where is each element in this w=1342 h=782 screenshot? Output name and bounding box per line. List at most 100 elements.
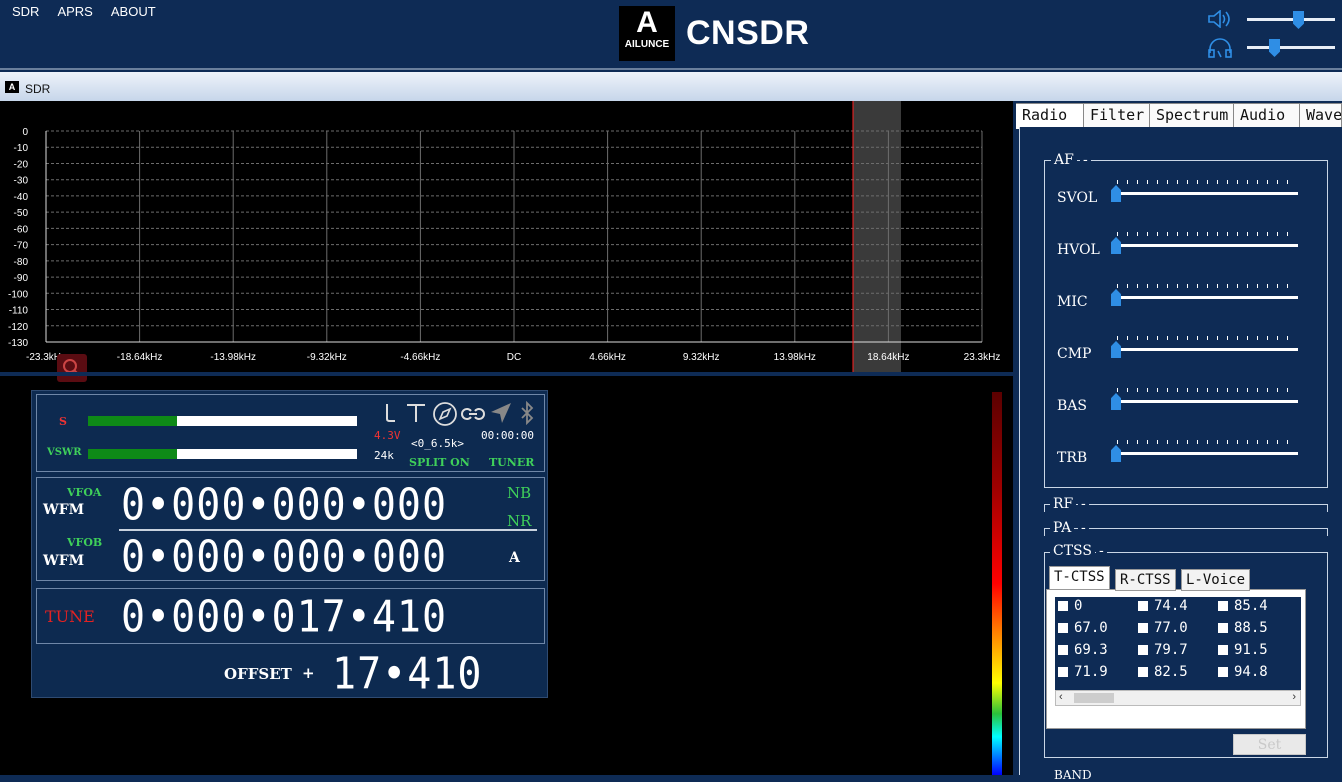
ctss-tone-checkbox[interactable]: 94.8 bbox=[1218, 664, 1268, 680]
headphone-icon bbox=[1208, 38, 1232, 58]
ctss-tone-checkbox[interactable]: 91.5 bbox=[1218, 642, 1268, 658]
ctss-tone-value: 71.9 bbox=[1074, 664, 1108, 680]
s-meter-label: S bbox=[59, 415, 67, 428]
af-slider-track-bas[interactable] bbox=[1113, 400, 1298, 403]
checkbox-box[interactable] bbox=[1138, 667, 1148, 677]
checkbox-box[interactable] bbox=[1138, 601, 1148, 611]
tune-frequency[interactable]: 0•000•017•410 bbox=[121, 592, 447, 643]
ctss-tone-checkbox[interactable]: 82.5 bbox=[1138, 664, 1188, 680]
checkbox-box[interactable] bbox=[1138, 645, 1148, 655]
offset-value[interactable]: 17•410 bbox=[332, 649, 483, 700]
ctss-tone-checkbox[interactable]: 85.4 bbox=[1218, 598, 1268, 614]
link-icon bbox=[461, 408, 485, 420]
checkbox-box[interactable] bbox=[1058, 645, 1068, 655]
checkbox-box[interactable] bbox=[1058, 623, 1068, 633]
tuner-status: TUNER bbox=[489, 456, 535, 469]
ctss-tone-value: 0 bbox=[1074, 598, 1083, 614]
speaker-volume-track[interactable] bbox=[1247, 18, 1335, 21]
ctss-tone-value: 74.4 bbox=[1154, 598, 1188, 614]
af-slider-ticks bbox=[1117, 388, 1297, 392]
compass-icon bbox=[433, 402, 457, 426]
vfob-frequency[interactable]: 0•000•000•000 bbox=[121, 532, 447, 583]
tab-spectrum[interactable]: Spectrum bbox=[1150, 103, 1234, 127]
speaker-volume-slider[interactable] bbox=[1293, 11, 1304, 29]
checkbox-box[interactable] bbox=[1218, 645, 1228, 655]
x-tick-label: -9.32kHz bbox=[307, 352, 347, 363]
ctss-tone-checkbox[interactable]: 67.0 bbox=[1058, 620, 1108, 636]
ctss-horizontal-scrollbar[interactable]: ‹ › bbox=[1055, 690, 1301, 706]
checkbox-box[interactable] bbox=[1058, 601, 1068, 611]
af-slider-track-trb[interactable] bbox=[1113, 452, 1298, 455]
headphone-volume-track[interactable] bbox=[1247, 46, 1335, 49]
headphone-volume-slider[interactable] bbox=[1269, 39, 1280, 57]
af-slider-label-svol: SVOL bbox=[1057, 190, 1098, 206]
scroll-left-icon[interactable]: ‹ bbox=[1059, 691, 1063, 703]
sdr-window-icon: A bbox=[5, 81, 19, 93]
ctss-group-dash: - bbox=[1096, 543, 1107, 559]
x-tick-label: 23.3kHz bbox=[964, 352, 1001, 363]
nb-button[interactable]: NB bbox=[507, 484, 531, 502]
af-slider-ticks bbox=[1117, 440, 1297, 444]
vfob-mode[interactable]: WFM bbox=[43, 553, 84, 569]
menu-about[interactable]: ABOUT bbox=[111, 4, 156, 19]
af-slider-track-hvol[interactable] bbox=[1113, 244, 1298, 247]
passband-highlight[interactable] bbox=[853, 101, 901, 373]
tab-filter[interactable]: Filter bbox=[1084, 103, 1150, 127]
offset-sign: + bbox=[302, 664, 315, 682]
checkbox-box[interactable] bbox=[1218, 667, 1228, 677]
control-tabs: Radio Filter Spectrum Audio Wave bbox=[1016, 103, 1342, 129]
checkbox-box[interactable] bbox=[1058, 667, 1068, 677]
checkbox-box[interactable] bbox=[1218, 601, 1228, 611]
scroll-right-icon[interactable]: › bbox=[1292, 691, 1296, 703]
magnifier-icon bbox=[63, 359, 81, 377]
x-tick-label: -13.98kHz bbox=[210, 352, 256, 363]
af-slider-ticks bbox=[1117, 180, 1297, 184]
ctss-tone-checkbox[interactable]: 69.3 bbox=[1058, 642, 1108, 658]
vfoa-mode[interactable]: WFM bbox=[43, 502, 84, 518]
tab-wave[interactable]: Wave bbox=[1300, 103, 1342, 127]
ctss-tone-checkbox[interactable]: 88.5 bbox=[1218, 620, 1268, 636]
pa-group-label[interactable]: PA bbox=[1050, 520, 1075, 536]
radio-display-panel: S VSWR 4.3V <0_6.5k> 00:00:00 24k SPLIT … bbox=[31, 390, 548, 700]
ctss-set-button[interactable]: Set bbox=[1233, 734, 1306, 755]
nr-button[interactable]: NR bbox=[507, 512, 531, 530]
af-slider-track-svol[interactable] bbox=[1113, 192, 1298, 195]
ctss-group-label: CTSS bbox=[1050, 543, 1095, 559]
x-tick-label: DC bbox=[507, 352, 521, 363]
tab-audio[interactable]: Audio bbox=[1234, 103, 1300, 127]
menu-aprs[interactable]: APRS bbox=[57, 4, 92, 19]
tab-t-ctss[interactable]: T-CTSS bbox=[1049, 566, 1110, 590]
pa-group-dash: - bbox=[1078, 520, 1089, 536]
ctss-tone-checkbox[interactable]: 79.7 bbox=[1138, 642, 1188, 658]
spectrum-plot[interactable]: 0 -10 -20 -30 -40 -50 -60 -70 -80 -90 -100 -110 -120… bbox=[0, 101, 1013, 373]
tab-l-voice[interactable]: L-Voice bbox=[1181, 569, 1251, 591]
af-slider-track-mic[interactable] bbox=[1113, 296, 1298, 299]
split-status: SPLIT ON bbox=[409, 456, 470, 469]
checkbox-box[interactable] bbox=[1218, 623, 1228, 633]
y-tick-label: -10 bbox=[14, 143, 29, 154]
sdr-window-title: SDR bbox=[25, 82, 51, 96]
tab-r-ctss[interactable]: R-CTSS bbox=[1115, 569, 1176, 591]
rf-group-label[interactable]: RF bbox=[1050, 496, 1077, 512]
vfo-selector[interactable]: A bbox=[509, 550, 520, 566]
scroll-thumb[interactable] bbox=[1074, 693, 1114, 703]
ctss-tone-checkbox[interactable]: 0 bbox=[1058, 598, 1082, 614]
checkbox-box[interactable] bbox=[1138, 623, 1148, 633]
x-tick-label: 13.98kHz bbox=[774, 352, 816, 363]
af-slider-track-cmp[interactable] bbox=[1113, 348, 1298, 351]
vswr-meter-bar bbox=[88, 449, 357, 459]
vfoa-frequency[interactable]: 0•000•000•000 bbox=[121, 480, 447, 531]
ctss-tone-checkbox[interactable]: 71.9 bbox=[1058, 664, 1108, 680]
tab-radio[interactable]: Radio bbox=[1016, 103, 1084, 129]
waterfall-colorbar bbox=[992, 392, 1002, 775]
vfo-divider bbox=[119, 529, 537, 531]
ctss-tone-value: 94.8 bbox=[1234, 664, 1268, 680]
zoom-button[interactable] bbox=[57, 354, 87, 382]
ctss-tone-checkbox[interactable]: 77.0 bbox=[1138, 620, 1188, 636]
spectrum-divider[interactable] bbox=[0, 372, 1013, 376]
menu-sdr[interactable]: SDR bbox=[12, 4, 39, 19]
y-tick-label: -40 bbox=[14, 192, 29, 203]
y-tick-label: -60 bbox=[14, 224, 29, 235]
x-tick-label: 9.32kHz bbox=[683, 352, 720, 363]
ctss-tone-checkbox[interactable]: 74.4 bbox=[1138, 598, 1188, 614]
